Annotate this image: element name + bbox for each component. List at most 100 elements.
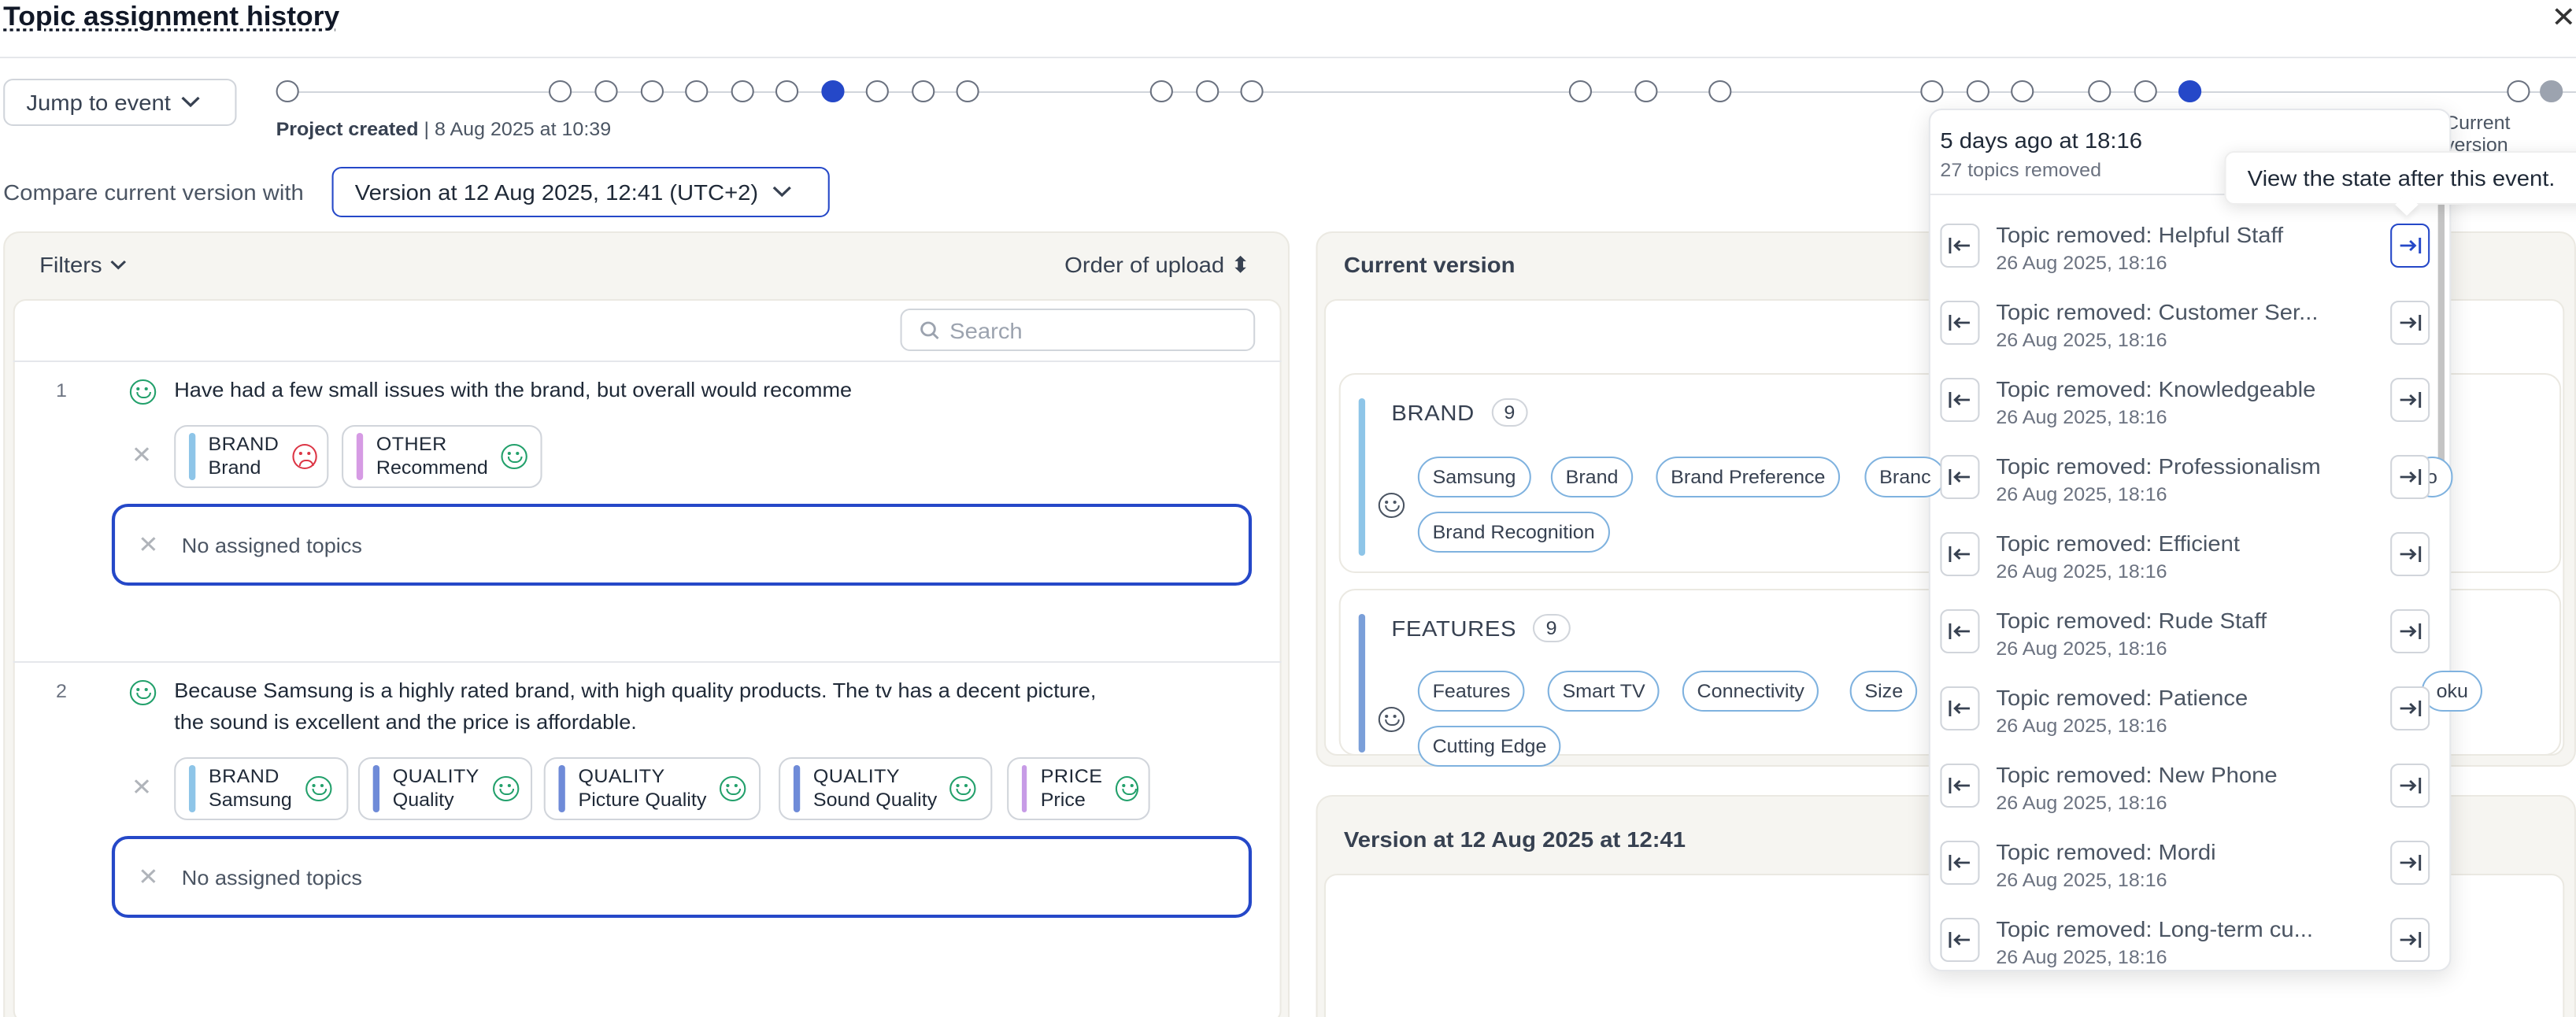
topic-pill[interactable]: Brand — [1550, 457, 1634, 497]
arrow-left-bar-icon — [1949, 623, 1970, 639]
view-after-event-button[interactable] — [2390, 301, 2430, 345]
timeline-event-dot[interactable] — [1966, 80, 1989, 102]
assignment-dropzone[interactable]: ✕ No assigned topics — [111, 836, 1253, 918]
no-topics-label: No assigned topics — [181, 533, 362, 557]
topic-chip[interactable]: BRAND Samsung — [174, 757, 349, 820]
timeline-event-dot[interactable] — [1708, 80, 1732, 102]
view-after-event-button[interactable] — [2390, 532, 2430, 576]
timeline-event-dot[interactable] — [1240, 80, 1264, 102]
arrow-left-bar-icon — [1949, 701, 1970, 716]
topic-pill[interactable]: Size — [1849, 671, 1918, 712]
topic-chip[interactable]: QUALITY Sound Quality — [779, 757, 993, 820]
jump-before-event-button[interactable] — [1940, 609, 1980, 653]
view-after-event-button[interactable] — [2390, 686, 2430, 730]
arrow-right-bar-icon — [2400, 315, 2422, 331]
timeline-event-dot[interactable] — [685, 80, 709, 102]
sort-order-button[interactable]: Order of upload ⬍ — [1064, 252, 1250, 279]
timeline-event-dot[interactable] — [2178, 80, 2202, 102]
assignment-dropzone[interactable]: ✕ No assigned topics — [111, 504, 1253, 586]
review-text-line-1: Because Samsung is a highly rated brand,… — [174, 679, 1097, 702]
event-name: Topic removed: Helpful Staff — [1996, 222, 2284, 247]
jump-before-event-button[interactable] — [1940, 532, 1980, 576]
remove-row-icon[interactable]: ✕ — [131, 773, 152, 801]
timeline-event-dot[interactable] — [2011, 80, 2034, 102]
view-after-event-button[interactable] — [2390, 224, 2430, 268]
timeline-event-dot[interactable] — [775, 80, 799, 102]
topic-pill[interactable]: Connectivity — [1682, 671, 1819, 712]
topic-chip[interactable]: BRAND Brand — [174, 425, 329, 488]
timeline-event-dot[interactable] — [912, 80, 935, 102]
topic-chip[interactable]: OTHER Recommend — [342, 425, 542, 488]
timeline-event-dot[interactable] — [640, 80, 664, 102]
filters-toggle[interactable]: Filters — [39, 252, 127, 277]
view-after-event-button[interactable] — [2390, 378, 2430, 422]
row-divider — [13, 661, 1282, 663]
timeline-event-dot[interactable] — [548, 80, 572, 102]
timeline-track — [287, 91, 2576, 93]
topic-pill[interactable]: Brand Recognition — [1417, 512, 1610, 553]
timeline-event-dot[interactable] — [2088, 80, 2112, 102]
no-topics-label: No assigned topics — [181, 865, 362, 889]
timeline-event-dot[interactable] — [865, 80, 889, 102]
category-color-bar — [356, 433, 364, 480]
jump-before-event-button[interactable] — [1940, 301, 1980, 345]
jump-before-event-button[interactable] — [1940, 686, 1980, 730]
topic-chip[interactable]: QUALITY Picture Quality — [543, 757, 761, 820]
view-after-event-button[interactable] — [2390, 841, 2430, 885]
timeline-event-dot[interactable] — [1149, 80, 1173, 102]
view-after-event-button[interactable] — [2390, 764, 2430, 808]
jump-before-event-button[interactable] — [1940, 841, 1980, 885]
topic-chip-text: BRAND Samsung — [209, 765, 292, 812]
timeline-event-dot[interactable] — [821, 80, 845, 102]
timeline-event-dot[interactable] — [2540, 80, 2563, 102]
timeline-event-dot[interactable] — [2507, 80, 2530, 102]
topic-pill[interactable]: Cutting Edge — [1417, 726, 1562, 767]
timeline-event-dot[interactable] — [594, 80, 618, 102]
compare-version-value: Version at 12 Aug 2025, 12:41 (UTC+2) — [354, 179, 759, 205]
event-name: Topic removed: Mordi — [1996, 839, 2216, 864]
jump-before-event-button[interactable] — [1940, 455, 1980, 499]
arrow-right-bar-icon — [2400, 855, 2422, 871]
view-after-event-button[interactable] — [2390, 455, 2430, 499]
list-divider — [13, 361, 1282, 362]
topic-pill[interactable]: Brand Preference — [1656, 457, 1841, 497]
remove-row-icon[interactable]: ✕ — [131, 441, 152, 469]
view-after-event-button[interactable] — [2390, 609, 2430, 653]
timeline-event-dot[interactable] — [1568, 80, 1593, 102]
page-title: Topic assignment history — [3, 2, 340, 31]
timeline-event-dot[interactable] — [1634, 80, 1658, 102]
event-name: Topic removed: Knowledgeable — [1996, 376, 2316, 401]
jump-before-event-button[interactable] — [1940, 764, 1980, 808]
jump-before-event-button[interactable] — [1940, 918, 1980, 962]
popover-scrollbar[interactable] — [2437, 202, 2445, 493]
topic-pill[interactable]: Samsung — [1417, 457, 1531, 497]
jump-before-event-button[interactable] — [1940, 224, 1980, 268]
event-date: 26 Aug 2025, 18:16 — [1996, 946, 2167, 968]
event-name: Topic removed: Efficient — [1996, 531, 2240, 556]
positive-sentiment-icon — [129, 680, 157, 705]
compare-version-select[interactable]: Version at 12 Aug 2025, 12:41 (UTC+2) — [331, 167, 830, 217]
search-input[interactable]: Search — [900, 309, 1256, 351]
timeline-event-dot[interactable] — [2134, 80, 2157, 102]
topic-pill[interactable]: Smart TV — [1547, 671, 1660, 712]
group-header-brand: BRAND 9 — [1391, 398, 1529, 427]
topic-chip-text: OTHER Recommend — [376, 433, 488, 480]
compared-version-title: Version at 12 Aug 2025 at 12:41 — [1343, 827, 1686, 852]
jump-to-event-button[interactable]: Jump to event — [3, 79, 237, 126]
topic-chip-text: QUALITY Quality — [393, 765, 479, 812]
timeline-event-dot[interactable] — [276, 80, 299, 102]
jump-before-event-button[interactable] — [1940, 378, 1980, 422]
topic-pill[interactable]: Branc — [1864, 457, 1946, 497]
topic-chip[interactable]: PRICE Price — [1007, 757, 1150, 820]
close-icon[interactable]: ✕ — [2551, 2, 2575, 35]
timeline-event-dot[interactable] — [1920, 80, 1944, 102]
timeline-event-dot[interactable] — [956, 80, 979, 102]
view-after-event-button[interactable] — [2390, 918, 2430, 962]
topic-pill[interactable]: oku — [2421, 671, 2483, 712]
timeline-event-dot[interactable] — [1196, 80, 1220, 102]
neutral-sentiment-icon — [1378, 493, 1405, 518]
topic-chip[interactable]: QUALITY Quality — [357, 757, 533, 820]
topic-pill[interactable]: Features — [1417, 671, 1526, 712]
event-name: Topic removed: Rude Staff — [1996, 608, 2267, 633]
timeline-event-dot[interactable] — [731, 80, 754, 102]
